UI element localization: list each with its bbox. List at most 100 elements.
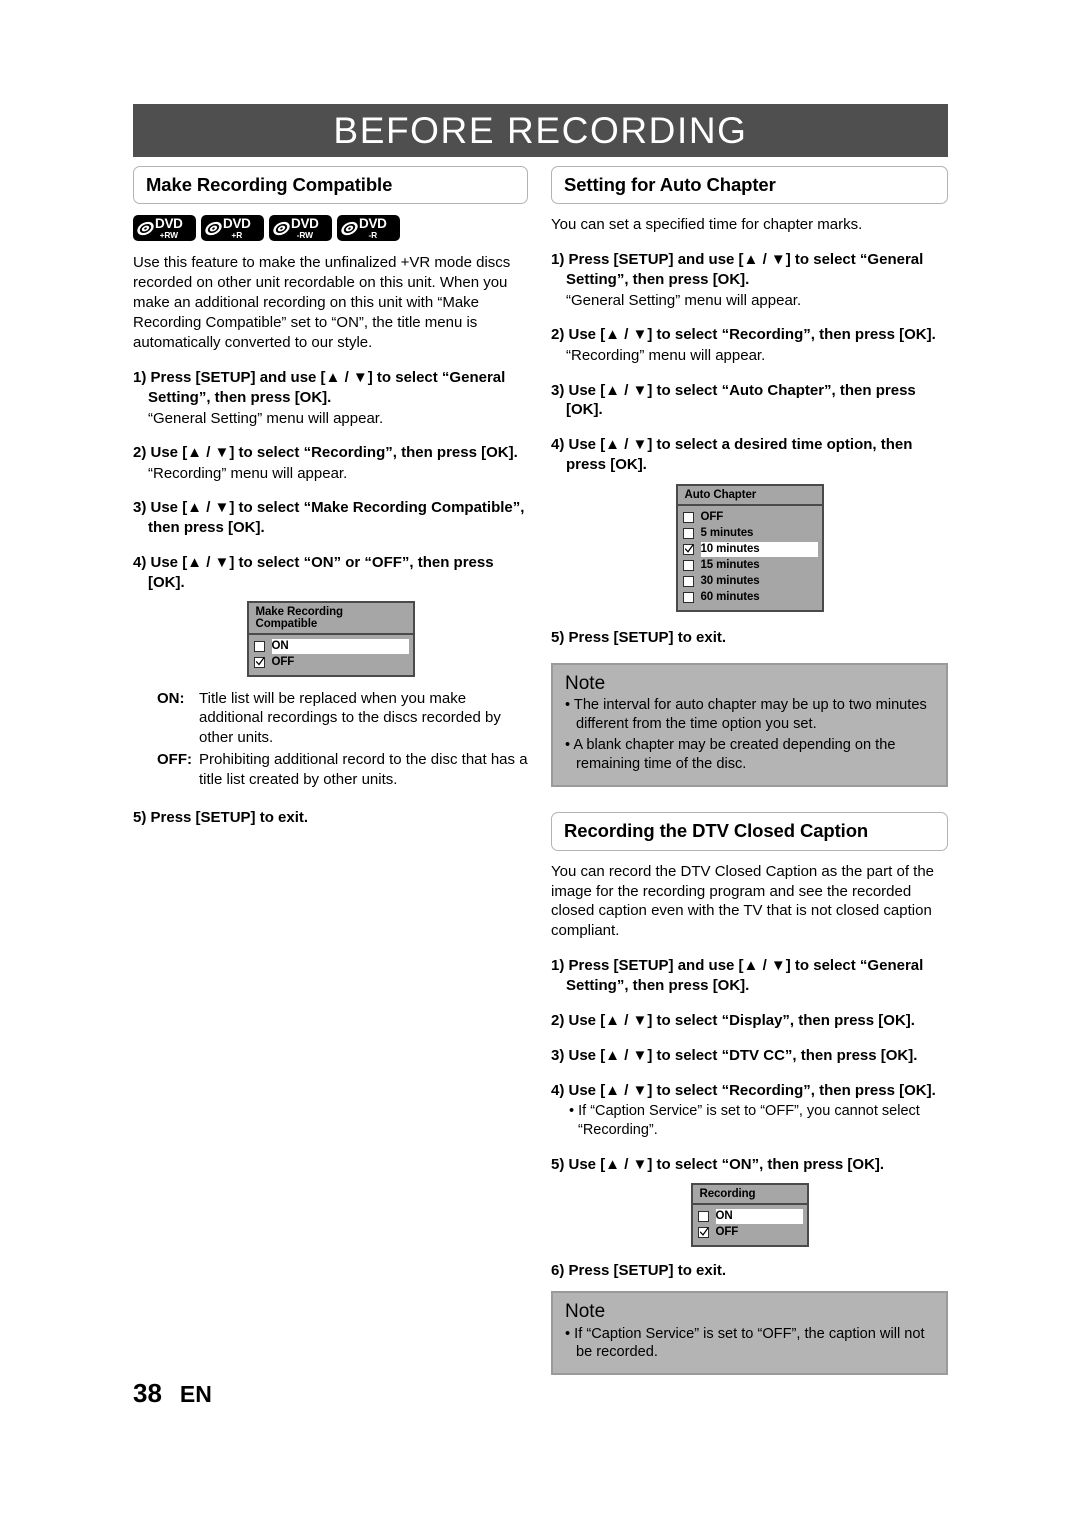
intro-paragraph: You can set a specified time for chapter… — [551, 216, 863, 234]
left-column: Make Recording Compatible DVD +RW DVD +R… — [133, 166, 528, 827]
menu-option-60-minutes[interactable]: 60 minutes — [682, 590, 817, 605]
step-item: 4) Use [▲ / ▼] to select “ON” or “OFF”, … — [133, 553, 494, 591]
menu-option-5-minutes[interactable]: 5 minutes — [682, 526, 817, 541]
step-item: 3) Use [▲ / ▼] to select “Auto Chapter”,… — [551, 381, 916, 419]
dvd-plus-r-logo: DVD +R — [201, 215, 264, 242]
dvd-minus-r-logo: DVD -R — [337, 215, 400, 242]
step-item: 1) Press [SETUP] and use [▲ / ▼] to sele… — [551, 957, 924, 995]
step-item: 3) Use [▲ / ▼] to select “Make Recording… — [133, 499, 525, 537]
menu-option-off[interactable]: OFF — [253, 655, 408, 670]
menu-option-label: 10 minutes — [700, 543, 760, 556]
step-item: 4) Use [▲ / ▼] to select a desired time … — [551, 436, 913, 473]
dvd-logo-format-text: -R — [368, 230, 378, 241]
dvd-logo-main-text: DVD — [359, 215, 387, 231]
checkbox-icon[interactable] — [682, 511, 694, 523]
dvd-logo-format-text: -RW — [296, 230, 313, 241]
dvd-plus-rw-logo: DVD +RW — [133, 215, 196, 242]
dvd-logo-main-text: DVD — [291, 215, 319, 231]
menu-option-label: ON — [271, 640, 289, 653]
checkbox-icon[interactable] — [697, 1210, 709, 1222]
page-footer: 38 EN — [133, 1378, 212, 1409]
checkbox-checked-icon[interactable] — [697, 1226, 709, 1238]
menu-option-off[interactable]: OFF — [697, 1225, 802, 1240]
definition-term: ON: — [157, 689, 185, 707]
checkbox-icon[interactable] — [682, 527, 694, 539]
menu-option-30-minutes[interactable]: 30 minutes — [682, 574, 817, 589]
section-header-recording-dtv-closed-caption: Recording the DTV Closed Caption — [551, 812, 948, 851]
definition-row-off: OFF: Prohibiting additional record to th… — [133, 750, 528, 790]
language-code: EN — [179, 1381, 212, 1407]
definition-term: OFF: — [157, 750, 192, 768]
menu-title: Recording — [692, 1184, 807, 1205]
menu-option-on[interactable]: ON — [253, 638, 409, 654]
dvd-logo-main-text: DVD — [155, 215, 183, 231]
chapter-title: BEFORE RECORDING — [333, 109, 748, 151]
checkbox-icon[interactable] — [682, 591, 694, 603]
menu-screenshot-wrapper: Recording ON OFF — [551, 1182, 948, 1247]
on-off-definition-list: ON: Title list will be replaced when you… — [133, 689, 528, 790]
step-item: 1) Press [SETUP] and use [▲ / ▼] to sele… — [133, 368, 506, 406]
menu-option-label: ON — [715, 1210, 733, 1223]
checkbox-icon[interactable] — [253, 640, 265, 652]
disc-icon — [137, 221, 154, 235]
menu-screenshot-wrapper: Auto Chapter OFF 5 minutes 10 minutes 15… — [551, 483, 948, 612]
menu-option-label: OFF — [271, 656, 295, 669]
menu-option-label: 30 minutes — [700, 575, 760, 588]
menu-option-15-minutes[interactable]: 15 minutes — [682, 558, 817, 573]
step-item: 5) Use [▲ / ▼] to select “ON”, then pres… — [551, 1156, 885, 1174]
step-item: 4) Use [▲ / ▼] to select “Recording”, th… — [551, 1081, 936, 1099]
right-column: Setting for Auto Chapter You can set a s… — [551, 166, 948, 1376]
dvd-logo-format-text: +RW — [159, 230, 179, 241]
intro-paragraph: Use this feature to make the unfinalized… — [133, 254, 511, 352]
menu-option-label: 5 minutes — [700, 527, 754, 540]
menu-option-label: OFF — [715, 1226, 739, 1239]
step-item: 1) Press [SETUP] and use [▲ / ▼] to sele… — [551, 251, 924, 288]
menu-option-on[interactable]: ON — [697, 1208, 803, 1224]
definition-row-on: ON: Title list will be replaced when you… — [133, 689, 528, 748]
note-box-auto-chapter: Note • The interval for auto chapter may… — [551, 662, 948, 788]
menu-title: Auto Chapter — [677, 485, 822, 506]
exit-step: 5) Press [SETUP] to exit. — [551, 628, 727, 646]
menu-options-list: ON OFF — [693, 1205, 807, 1245]
menu-title: Make Recording Compatible — [248, 602, 413, 635]
step-note: “General Setting” menu will appear. — [566, 291, 802, 309]
checkbox-icon[interactable] — [682, 575, 694, 587]
step-note: “Recording” menu will appear. — [566, 347, 766, 365]
menu-option-label: 15 minutes — [700, 559, 760, 572]
disc-icon — [341, 221, 358, 235]
menu-screenshot-wrapper: Make Recording Compatible ON OFF — [133, 600, 528, 677]
dvd-minus-rw-logo: DVD -RW — [269, 215, 332, 242]
chapter-header-bar: BEFORE RECORDING — [133, 104, 948, 157]
section-title: Make Recording Compatible — [146, 174, 393, 195]
step-item: 2) Use [▲ / ▼] to select “Recording”, th… — [133, 444, 518, 462]
section-title: Setting for Auto Chapter — [564, 174, 776, 195]
step-sub-bullet: • If “Caption Service” is set to “OFF”, … — [569, 1103, 920, 1139]
dvd-logo-format-text: +R — [231, 230, 243, 241]
menu-options-list: ON OFF — [249, 635, 413, 675]
note-heading: Note — [565, 1300, 606, 1322]
note-box-dtv-caption: Note • If “Caption Service” is set to “O… — [551, 1290, 948, 1376]
menu-option-label: 60 minutes — [700, 591, 760, 604]
step-item: 2) Use [▲ / ▼] to select “Display”, then… — [551, 1011, 915, 1029]
note-item: • If “Caption Service” is set to “OFF”, … — [565, 1325, 925, 1361]
recording-menu[interactable]: Recording ON OFF — [690, 1182, 809, 1247]
step-note: “Recording” menu will appear. — [148, 464, 348, 482]
checkbox-checked-icon[interactable] — [253, 656, 265, 668]
auto-chapter-menu[interactable]: Auto Chapter OFF 5 minutes 10 minutes 15… — [675, 483, 824, 612]
menu-options-list: OFF 5 minutes 10 minutes 15 minutes 30 m… — [678, 506, 822, 610]
note-heading: Note — [565, 672, 606, 694]
menu-option-label: OFF — [700, 511, 724, 524]
exit-step: 5) Press [SETUP] to exit. — [133, 808, 309, 826]
intro-paragraph: You can record the DTV Closed Caption as… — [551, 862, 935, 940]
menu-option-10-minutes[interactable]: 10 minutes — [682, 541, 818, 557]
section-title: Recording the DTV Closed Caption — [564, 820, 869, 842]
menu-option-off[interactable]: OFF — [682, 510, 817, 525]
step-item: 2) Use [▲ / ▼] to select “Recording”, th… — [551, 326, 936, 344]
make-recording-compatible-menu[interactable]: Make Recording Compatible ON OFF — [246, 600, 415, 677]
checkbox-checked-icon[interactable] — [682, 543, 694, 555]
checkbox-icon[interactable] — [682, 559, 694, 571]
step-item: 3) Use [▲ / ▼] to select “DTV CC”, then … — [551, 1046, 918, 1064]
step-note: “General Setting” menu will appear. — [148, 409, 384, 427]
dvd-logo-main-text: DVD — [223, 215, 251, 231]
disc-icon — [205, 221, 222, 235]
